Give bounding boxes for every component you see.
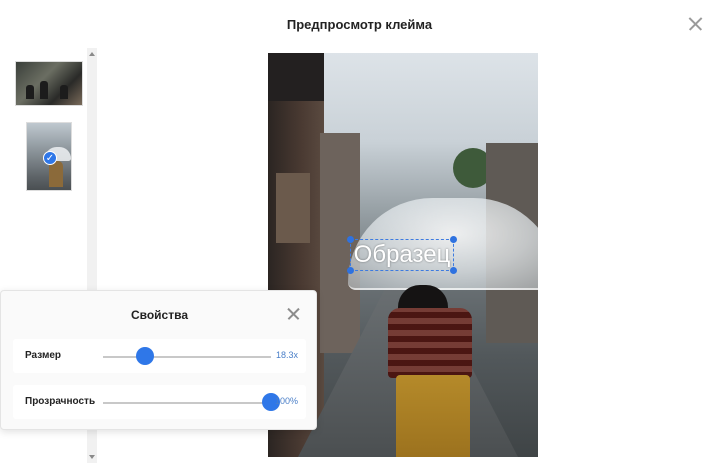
opacity-row: Прозрачность 100% — [13, 385, 306, 419]
properties-panel: Свойства Размер 18.3x Прозрачность 100% — [0, 290, 317, 430]
opacity-value: 100% — [274, 396, 298, 406]
watermark-text[interactable]: Образец — [351, 240, 453, 270]
scroll-up-icon[interactable] — [89, 52, 95, 56]
resize-handle[interactable] — [347, 267, 354, 274]
watermark-selection[interactable]: Образец — [347, 236, 457, 274]
thumbnail-photo-2[interactable]: ✓ — [26, 122, 72, 191]
thumb-figure — [40, 81, 48, 99]
resize-handle[interactable] — [450, 267, 457, 274]
close-icon[interactable] — [686, 14, 706, 34]
photo-person-shirt — [388, 308, 472, 378]
size-label: Размер — [25, 350, 62, 361]
close-icon[interactable] — [286, 306, 302, 322]
size-slider-knob[interactable] — [136, 347, 154, 365]
opacity-slider-track[interactable] — [103, 402, 271, 404]
watermark-preview-dialog: Предпросмотр клейма ✓ Образец Свойства Р… — [0, 0, 719, 473]
resize-handle[interactable] — [450, 236, 457, 243]
dialog-title: Предпросмотр клейма — [286, 17, 433, 32]
thumb-figure — [60, 85, 68, 99]
photo-person-skirt — [396, 375, 470, 457]
size-row: Размер 18.3x — [13, 339, 306, 373]
resize-handle[interactable] — [347, 236, 354, 243]
size-value: 18.3x — [275, 350, 298, 360]
properties-title: Свойства — [130, 308, 189, 322]
opacity-label: Прозрачность — [25, 396, 96, 407]
photo-window — [276, 173, 310, 243]
size-slider-track[interactable] — [103, 356, 271, 358]
thumb-figure — [26, 85, 34, 99]
scroll-down-icon[interactable] — [89, 455, 95, 459]
photo-roof — [268, 53, 324, 101]
thumbnail-photo-1[interactable] — [15, 61, 83, 106]
check-icon: ✓ — [43, 151, 57, 165]
